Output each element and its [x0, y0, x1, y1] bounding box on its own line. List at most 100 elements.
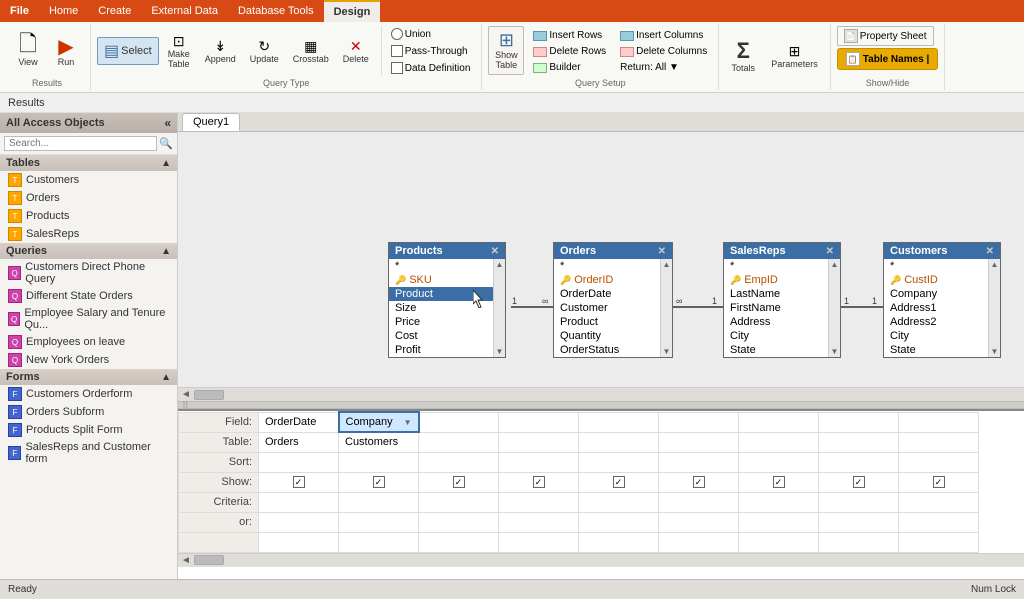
menu-design[interactable]: Design: [324, 0, 381, 22]
grid-cell-show-5[interactable]: [659, 472, 739, 492]
grid-cell-criteria-3[interactable]: [499, 492, 579, 512]
nav-item-customers-orderform[interactable]: F Customers Orderform: [0, 385, 177, 403]
delete-rows-button[interactable]: Delete Rows: [528, 44, 611, 59]
grid-cell-sort-5[interactable]: [659, 452, 739, 472]
make-table-button[interactable]: ⊡ MakeTable: [161, 29, 197, 74]
grid-h-scroll[interactable]: ◄: [178, 553, 1024, 567]
salesreps-field-city[interactable]: City: [724, 329, 828, 343]
nav-item-employee-salary[interactable]: Q Employee Salary and Tenure Qu...: [0, 305, 177, 333]
orders-table-box[interactable]: Orders ✕ * 🔑OrderID OrderDate Customer P…: [553, 242, 673, 358]
grid-cell-field-7[interactable]: [819, 412, 899, 432]
update-button[interactable]: ↻ Update: [244, 34, 285, 69]
grid-cell-sort-8[interactable]: [899, 452, 979, 472]
query-design-area[interactable]: 1 ∞ ∞ 1 1 1 Products ✕ *: [178, 132, 1024, 401]
grid-cell-criteria-5[interactable]: [659, 492, 739, 512]
append-button[interactable]: ↡ Append: [199, 34, 242, 69]
customers-field-custid[interactable]: 🔑CustID: [884, 273, 988, 287]
grid-cell-empty-2[interactable]: [419, 532, 499, 552]
menu-database-tools[interactable]: Database Tools: [228, 0, 324, 22]
nav-item-orders-subform[interactable]: F Orders Subform: [0, 403, 177, 421]
parameters-button[interactable]: ⊞ Parameters: [765, 39, 824, 74]
grid-scroll-thumb[interactable]: [194, 555, 224, 565]
grid-cell-field-6[interactable]: [739, 412, 819, 432]
show-checkbox-2[interactable]: [453, 476, 465, 488]
orders-field-orderid[interactable]: 🔑OrderID: [554, 273, 660, 287]
grid-cell-empty-6[interactable]: [739, 532, 819, 552]
grid-cell-show-7[interactable]: [819, 472, 899, 492]
grid-cell-table-8[interactable]: [899, 432, 979, 452]
grid-cell-empty-7[interactable]: [819, 532, 899, 552]
scroll-left-btn[interactable]: ◄: [178, 389, 194, 401]
pass-through-button[interactable]: Pass-Through: [386, 43, 476, 59]
grid-cell-or-2[interactable]: [419, 512, 499, 532]
grid-cell-show-1[interactable]: [339, 472, 419, 492]
field-1-dropdown-icon[interactable]: ▼: [404, 418, 412, 427]
insert-rows-button[interactable]: Insert Rows: [528, 28, 611, 43]
grid-cell-show-0[interactable]: [259, 472, 339, 492]
grid-cell-table-6[interactable]: [739, 432, 819, 452]
grid-cell-or-3[interactable]: [499, 512, 579, 532]
nav-item-customers-phone-query[interactable]: Q Customers Direct Phone Query: [0, 259, 177, 287]
grid-cell-table-4[interactable]: [579, 432, 659, 452]
grid-cell-field-3[interactable]: [499, 412, 579, 432]
orders-field-product[interactable]: Product: [554, 315, 660, 329]
grid-cell-or-6[interactable]: [739, 512, 819, 532]
builder-button[interactable]: Builder: [528, 60, 611, 75]
grid-cell-criteria-2[interactable]: [419, 492, 499, 512]
grid-cell-show-6[interactable]: [739, 472, 819, 492]
grid-cell-criteria-0[interactable]: [259, 492, 339, 512]
grid-cell-field-2[interactable]: [419, 412, 499, 432]
design-h-scroll[interactable]: ◄: [178, 387, 1024, 401]
customers-field-state[interactable]: State: [884, 343, 988, 357]
select-button[interactable]: ▤ Select: [97, 37, 159, 65]
grid-cell-empty-3[interactable]: [499, 532, 579, 552]
grid-cell-empty-0[interactable]: [259, 532, 339, 552]
customers-scrollbar[interactable]: ▲ ▼: [988, 259, 1000, 357]
grid-cell-or-1[interactable]: [339, 512, 419, 532]
grid-cell-empty-1[interactable]: [339, 532, 419, 552]
data-definition-button[interactable]: Data Definition: [386, 60, 476, 76]
grid-cell-sort-3[interactable]: [499, 452, 579, 472]
grid-cell-table-0[interactable]: Orders: [259, 432, 339, 452]
grid-cell-criteria-7[interactable]: [819, 492, 899, 512]
products-field-profit[interactable]: Profit: [389, 343, 493, 357]
return-button[interactable]: Return: All ▼: [615, 60, 712, 75]
menu-external-data[interactable]: External Data: [141, 0, 228, 22]
h-splitter[interactable]: ⠿: [178, 401, 1024, 409]
products-field-size[interactable]: Size: [389, 301, 493, 315]
crosstab-button[interactable]: ▦ Crosstab: [287, 34, 335, 69]
products-field-product[interactable]: Product: [389, 287, 493, 301]
grid-cell-show-2[interactable]: [419, 472, 499, 492]
nav-item-employees-on-leave[interactable]: Q Employees on leave: [0, 333, 177, 351]
query1-tab[interactable]: Query1: [182, 113, 240, 131]
orders-field-orderdate[interactable]: OrderDate: [554, 287, 660, 301]
nav-item-orders[interactable]: T Orders: [0, 189, 177, 207]
salesreps-table-box[interactable]: SalesReps ✕ * 🔑EmpID LastName FirstName …: [723, 242, 841, 358]
salesreps-field-state[interactable]: State: [724, 343, 828, 357]
grid-cell-or-5[interactable]: [659, 512, 739, 532]
orders-field-quantity[interactable]: Quantity: [554, 329, 660, 343]
grid-cell-criteria-4[interactable]: [579, 492, 659, 512]
grid-cell-sort-0[interactable]: [259, 452, 339, 472]
grid-cell-table-2[interactable]: [419, 432, 499, 452]
orders-field-orderstatus[interactable]: OrderStatus: [554, 343, 660, 357]
products-field-price[interactable]: Price: [389, 315, 493, 329]
grid-cell-table-5[interactable]: [659, 432, 739, 452]
show-checkbox-4[interactable]: [613, 476, 625, 488]
customers-field-city[interactable]: City: [884, 329, 988, 343]
delete-columns-button[interactable]: Delete Columns: [615, 44, 712, 59]
tables-section-header[interactable]: Tables ▲: [0, 155, 177, 171]
run-button[interactable]: ▶ Run: [48, 30, 84, 72]
grid-cell-or-7[interactable]: [819, 512, 899, 532]
show-checkbox-8[interactable]: [933, 476, 945, 488]
grid-cell-criteria-1[interactable]: [339, 492, 419, 512]
salesreps-field-firstname[interactable]: FirstName: [724, 301, 828, 315]
salesreps-field-star[interactable]: *: [724, 259, 828, 273]
nav-item-salesreps-customer-form[interactable]: F SalesReps and Customer form: [0, 439, 177, 467]
grid-cell-sort-4[interactable]: [579, 452, 659, 472]
products-field-cost[interactable]: Cost: [389, 329, 493, 343]
grid-cell-show-4[interactable]: [579, 472, 659, 492]
customers-table-box[interactable]: Customers ✕ * 🔑CustID Company Address1 A…: [883, 242, 1001, 358]
menu-home[interactable]: Home: [39, 0, 88, 22]
customers-close-icon[interactable]: ✕: [986, 246, 994, 257]
